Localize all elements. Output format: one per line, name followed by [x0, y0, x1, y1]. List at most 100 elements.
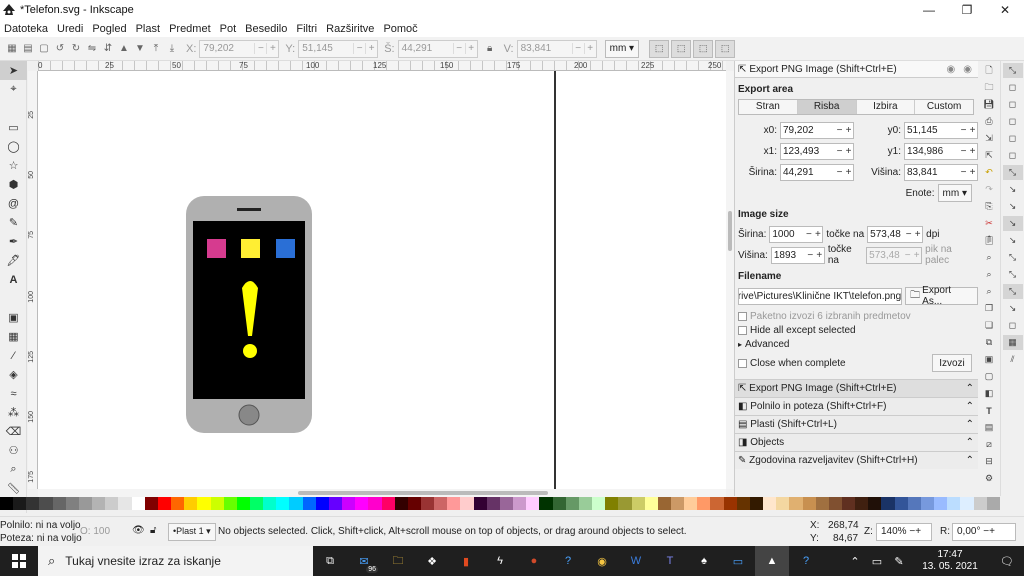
palette-swatch[interactable] [868, 497, 882, 510]
ungroup-icon[interactable]: ▢ [979, 369, 999, 384]
palette-swatch[interactable] [131, 497, 145, 510]
lock-icon[interactable]: 🔒︎ [482, 41, 498, 57]
clone-icon[interactable]: ❏ [979, 318, 999, 333]
width-field[interactable]: 44,291− + [397, 39, 478, 58]
palette-swatch[interactable] [52, 497, 66, 510]
opacity-indicator[interactable]: O: 100 [80, 526, 110, 537]
palette-swatch[interactable] [486, 497, 500, 510]
palette-swatch[interactable] [802, 497, 816, 510]
hide-all-checkbox[interactable]: Hide all except selected [738, 323, 978, 337]
mesh-tool-icon[interactable]: ▦ [0, 327, 27, 346]
palette-swatch[interactable] [407, 497, 421, 510]
node-tool-icon[interactable]: ⌖ [0, 80, 27, 99]
palette-swatch[interactable] [644, 497, 658, 510]
palette-swatch[interactable] [236, 497, 250, 510]
zoom-drawing-icon[interactable]: ⌕ [979, 267, 999, 282]
close-button[interactable]: ✕ [986, 0, 1024, 20]
text-tool-icon[interactable]: A [0, 270, 27, 289]
rectangle-tool-icon[interactable]: ▭ [0, 118, 27, 137]
palette-swatch[interactable] [631, 497, 645, 510]
snap-bbox-midpoint-icon[interactable]: ◻ [1003, 131, 1023, 146]
zoom-tool-icon[interactable]: ⌕ [0, 460, 27, 479]
snap-cusp-icon[interactable]: ↘ [1002, 216, 1023, 231]
palette-swatch[interactable] [460, 497, 474, 510]
palette-swatch[interactable] [947, 497, 961, 510]
snap-text-baseline-icon[interactable]: ↘ [1003, 301, 1023, 316]
height-field[interactable]: 83,841− + [516, 39, 597, 58]
rotate-ccw-icon[interactable]: ↺ [52, 41, 68, 57]
snap-enable-icon[interactable]: ⤡ [1002, 63, 1023, 78]
notifications-icon[interactable]: 🗨︎ [990, 546, 1024, 576]
chrome-icon[interactable]: ◉ [585, 546, 619, 576]
new-document-icon[interactable]: 🗋 [979, 63, 999, 78]
menu-besedilo[interactable]: Besedilo [245, 23, 287, 35]
palette-swatch[interactable] [723, 497, 737, 510]
eraser-tool-icon[interactable]: ⌫ [0, 422, 27, 441]
advanced-expander[interactable]: ▸ Advanced [738, 337, 978, 351]
import-icon[interactable]: ⇲ [979, 131, 999, 146]
palette-swatch[interactable] [578, 497, 593, 510]
image-width-field[interactable]: 1000− + [769, 225, 824, 243]
palette-swatch[interactable] [473, 497, 487, 510]
menu-predmet[interactable]: Predmet [169, 23, 211, 35]
panel-fill-stroke[interactable]: ◧ Polnilo in poteza (Shift+Ctrl+F) ⌃ [735, 397, 978, 415]
area-height-field[interactable]: 83,841− + [904, 163, 978, 181]
palette-swatch[interactable] [618, 497, 632, 510]
palette-swatch[interactable] [434, 497, 448, 510]
rotate-cw-icon[interactable]: ↻ [68, 41, 84, 57]
tab-custom[interactable]: Custom [915, 100, 973, 114]
duplicate-icon[interactable]: ❐ [979, 301, 999, 316]
palette-swatch[interactable] [276, 497, 290, 510]
pen-tool-icon[interactable]: ✒ [0, 232, 27, 251]
image-height-field[interactable]: 1893− + [770, 246, 825, 264]
move-gradients-toggle[interactable]: ⬚ [693, 39, 714, 58]
lower-icon[interactable]: ▼ [132, 41, 148, 57]
palette-swatch[interactable] [789, 497, 803, 510]
palette-swatch[interactable] [355, 497, 369, 510]
snap-midpoint-icon[interactable]: ⤡ [1003, 250, 1023, 265]
scale-corners-toggle[interactable]: ⬚ [671, 39, 692, 58]
palette-swatch[interactable] [960, 497, 974, 510]
phone-drawing[interactable] [186, 196, 312, 433]
teams-icon[interactable]: T [653, 546, 687, 576]
export-button[interactable]: Izvozi [932, 354, 972, 372]
palette-swatch[interactable] [105, 497, 119, 510]
star-tool-icon[interactable]: ☆ [0, 156, 27, 175]
select-all-icon[interactable]: ▦ [4, 41, 20, 57]
palette-swatch[interactable] [421, 497, 435, 510]
palette-swatch[interactable] [249, 497, 264, 510]
select-all-layers-icon[interactable]: ▤ [20, 41, 36, 57]
palette-swatch[interactable] [934, 497, 948, 510]
flip-vertical-icon[interactable]: ⇵ [100, 41, 116, 57]
selector-tool-icon[interactable]: ➤ [0, 61, 27, 80]
snap-smooth-icon[interactable]: ↘ [1003, 233, 1023, 248]
palette-swatch[interactable] [749, 497, 764, 510]
snap-bbox-corner-icon[interactable]: ◻ [1003, 114, 1023, 129]
palette-swatch[interactable] [973, 497, 987, 510]
palette-swatch[interactable] [26, 497, 40, 510]
palette-swatch[interactable] [828, 497, 842, 510]
units-select[interactable]: mm ▾ [937, 184, 972, 202]
undo-icon[interactable]: ↶ [979, 165, 999, 180]
zoom-field[interactable]: 140% −+ [876, 523, 932, 541]
calligraphy-tool-icon[interactable]: 🖋︎ [0, 251, 27, 270]
remote-app-icon[interactable]: ▭ [721, 546, 755, 576]
file-explorer-icon[interactable]: 🗀 [381, 546, 415, 576]
cut-icon[interactable]: ✂ [979, 216, 999, 231]
palette-swatch[interactable] [776, 497, 790, 510]
align-icon[interactable]: ⊟ [979, 454, 999, 469]
pencil-tool-icon[interactable]: ✎ [0, 213, 27, 232]
office-app-icon[interactable]: ▮ [449, 546, 483, 576]
zoom-selection-icon[interactable]: ⌕ [979, 250, 999, 265]
drawing-canvas[interactable] [38, 71, 726, 489]
palette-swatch[interactable] [302, 497, 316, 510]
flip-horizontal-icon[interactable]: ⇋ [84, 41, 100, 57]
palette-swatch[interactable] [513, 497, 527, 510]
snap-page-border-icon[interactable]: ◻ [1003, 318, 1023, 333]
x0-field[interactable]: 79,202− + [780, 121, 854, 139]
panel-objects[interactable]: ◨ Objects ⌃ [735, 433, 978, 451]
dropper-tool-icon[interactable]: ⁄ [0, 346, 27, 365]
word-icon[interactable]: W [619, 546, 653, 576]
palette-swatch[interactable] [394, 497, 408, 510]
clock[interactable]: 17:47 13. 05. 2021 [910, 549, 990, 573]
